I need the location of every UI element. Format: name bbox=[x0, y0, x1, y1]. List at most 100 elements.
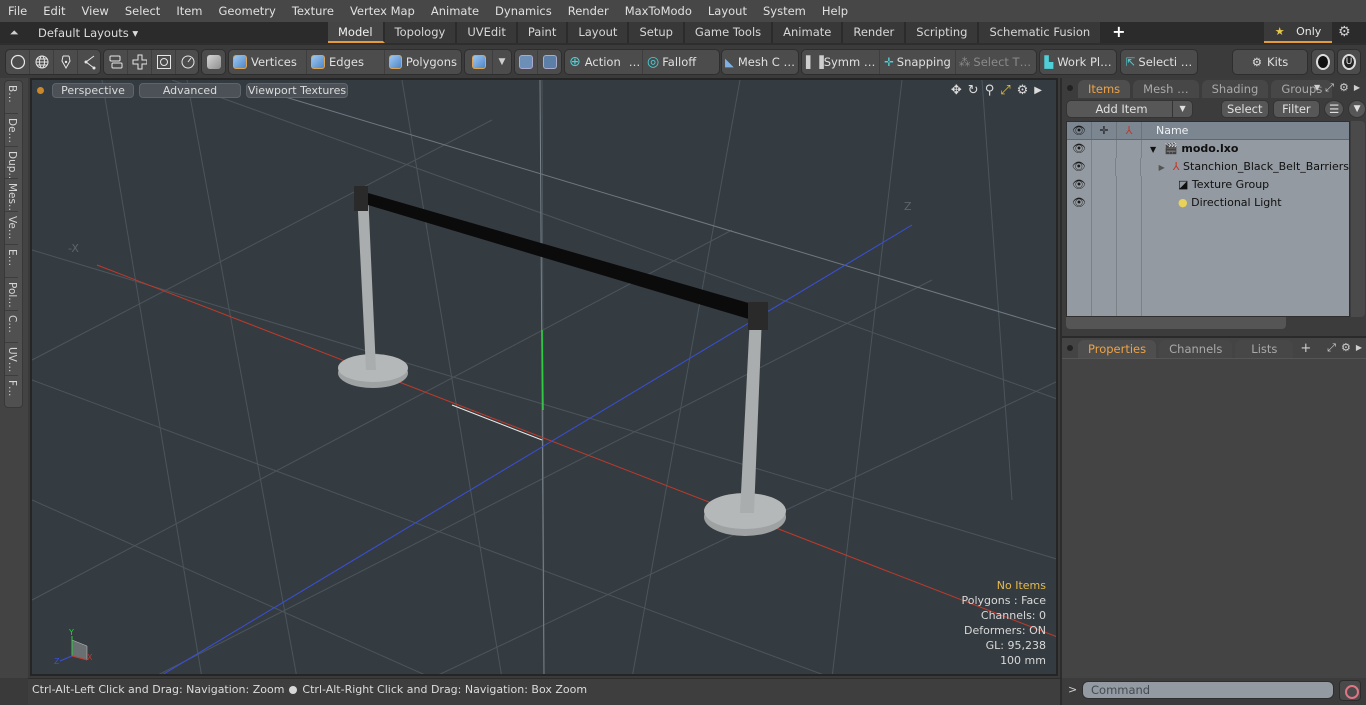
action-center-button[interactable]: ⊕ Action… bbox=[565, 50, 643, 74]
menu-item[interactable]: Item bbox=[168, 0, 210, 22]
strip-tab-deform[interactable]: De… bbox=[5, 114, 18, 147]
circle-select-icon[interactable] bbox=[6, 50, 30, 74]
tab-scripting[interactable]: Scripting bbox=[906, 22, 980, 43]
tab-layout[interactable]: Layout bbox=[568, 22, 630, 43]
tree-row-mesh[interactable]: 👁 ▶ ⅄ Stanchion_Black_Belt_Barriers bbox=[1067, 158, 1349, 176]
viewport-settings-gear-icon[interactable]: ⚙ bbox=[1017, 83, 1029, 99]
menu-file[interactable]: File bbox=[0, 0, 35, 22]
more-tabs-chevron-icon[interactable]: ▼ bbox=[1314, 81, 1320, 95]
falloff-button[interactable]: ◎ Falloff bbox=[643, 50, 719, 74]
world-transform-icon[interactable] bbox=[515, 50, 538, 74]
panel-settings-gear-icon[interactable]: ⚙ bbox=[1339, 81, 1349, 95]
tree-row-directional-light[interactable]: 👁 ● Directional Light bbox=[1067, 194, 1349, 212]
panel-menu-dot-icon[interactable] bbox=[1067, 85, 1073, 91]
visibility-eye-icon[interactable]: 👁 bbox=[1067, 158, 1092, 176]
menu-geometry[interactable]: Geometry bbox=[211, 0, 284, 22]
strip-tab-mesh-edit[interactable]: Mes… bbox=[5, 179, 18, 213]
properties-arrow-right-icon[interactable]: ▶ bbox=[1356, 341, 1362, 355]
only-toggle[interactable]: ★ Only bbox=[1264, 22, 1332, 43]
menu-system[interactable]: System bbox=[755, 0, 814, 22]
snapping-button[interactable]: ✛ Snapping bbox=[880, 50, 956, 74]
properties-gear-icon[interactable]: ⚙ bbox=[1341, 341, 1351, 355]
menu-layout[interactable]: Layout bbox=[700, 0, 755, 22]
unity-icon[interactable] bbox=[1312, 50, 1334, 74]
menu-edit[interactable]: Edit bbox=[35, 0, 73, 22]
mesh-constraints-button[interactable]: ◣ Mesh C … bbox=[722, 50, 798, 74]
polygons-mode-button[interactable]: Polygons bbox=[385, 50, 461, 74]
menu-render[interactable]: Render bbox=[560, 0, 617, 22]
select-button[interactable]: Select bbox=[1220, 100, 1269, 118]
material-dropdown-chevron-icon[interactable]: ▼ bbox=[493, 50, 511, 74]
globe-icon[interactable] bbox=[30, 50, 54, 74]
add-item-button[interactable]: Add Item ▼ bbox=[1066, 100, 1194, 118]
strip-tab-vertex[interactable]: Ve… bbox=[5, 212, 18, 245]
tree-row-texture-group[interactable]: 👁 ◪ Texture Group bbox=[1067, 176, 1349, 194]
work-plane-button[interactable]: ▙ Work Pl… bbox=[1040, 50, 1116, 74]
tab-channels[interactable]: Channels bbox=[1159, 340, 1233, 358]
command-input[interactable]: Command bbox=[1082, 681, 1334, 699]
tree-row-scene[interactable]: 👁 ▼ 🎬 modo.lxo bbox=[1067, 140, 1349, 158]
tab-model[interactable]: Model bbox=[328, 22, 385, 43]
align-icon[interactable] bbox=[104, 50, 128, 74]
strip-tab-fusion[interactable]: F… bbox=[5, 376, 18, 409]
menu-select[interactable]: Select bbox=[117, 0, 168, 22]
tab-paint[interactable]: Paint bbox=[517, 22, 569, 43]
lock-column-icon[interactable]: ✛ bbox=[1092, 122, 1117, 139]
tab-lists[interactable]: Lists bbox=[1235, 340, 1294, 358]
symmetry-button[interactable]: ▌▐ Symm … bbox=[802, 50, 880, 74]
tab-items[interactable]: Items bbox=[1078, 80, 1131, 98]
tab-schematic-fusion[interactable]: Schematic Fusion bbox=[979, 22, 1103, 43]
strip-tab-polygon[interactable]: Pol… bbox=[5, 278, 18, 311]
add-item-dropdown-icon[interactable]: ▼ bbox=[1172, 101, 1192, 117]
tab-animate[interactable]: Animate bbox=[773, 22, 844, 43]
tab-uvedit[interactable]: UVEdit bbox=[457, 22, 518, 43]
viewport-options-dot-icon[interactable] bbox=[37, 86, 44, 94]
items-list-horizontal-scrollbar[interactable] bbox=[1066, 317, 1286, 329]
vertices-mode-button[interactable]: Vertices bbox=[229, 50, 307, 74]
item-mode-cube-icon[interactable] bbox=[202, 50, 225, 74]
add-properties-tab-button[interactable]: + bbox=[1300, 340, 1311, 358]
pen-tool-icon[interactable] bbox=[54, 50, 78, 74]
properties-menu-dot-icon[interactable] bbox=[1067, 345, 1073, 351]
select-through-button[interactable]: ⁂ Select T… bbox=[956, 50, 1034, 74]
list-options-icon[interactable]: ☰ bbox=[1324, 100, 1345, 118]
tab-properties[interactable]: Properties bbox=[1078, 340, 1157, 358]
kits-button[interactable]: ⚙ Kits bbox=[1233, 50, 1307, 74]
dial-icon[interactable] bbox=[176, 50, 200, 74]
zoom-magnifier-icon[interactable]: ⚲ bbox=[985, 83, 995, 99]
tab-shading[interactable]: Shading bbox=[1201, 80, 1269, 98]
strip-tab-duplicate[interactable]: Dup… bbox=[5, 147, 18, 180]
edges-mode-button[interactable]: Edges bbox=[307, 50, 385, 74]
3d-viewport[interactable]: -X Z Y X Z Perspective Advanced Viewport… bbox=[30, 78, 1058, 676]
rotate-icon[interactable]: ↻ bbox=[968, 83, 979, 99]
expand-properties-icon[interactable]: ⤢ bbox=[1327, 341, 1336, 355]
filter-funnel-icon[interactable]: ▼ bbox=[1348, 100, 1366, 118]
shading-mode-button[interactable]: Advanced bbox=[139, 82, 241, 98]
visibility-column-eye-icon[interactable]: 👁 bbox=[1067, 122, 1092, 139]
material-mode-button[interactable] bbox=[465, 50, 493, 74]
menu-dynamics[interactable]: Dynamics bbox=[487, 0, 560, 22]
collapse-triangle-icon[interactable]: ▶ bbox=[1159, 163, 1165, 172]
frame-circle-icon[interactable] bbox=[152, 50, 176, 74]
path-tool-icon[interactable] bbox=[78, 50, 102, 74]
strip-tab-basic[interactable]: B… bbox=[5, 81, 18, 114]
filter-button[interactable]: Filter bbox=[1272, 100, 1321, 118]
expand-panel-icon[interactable]: ⤢ bbox=[1325, 81, 1334, 95]
perspective-view-button[interactable]: Perspective bbox=[52, 82, 134, 98]
selection-sets-button[interactable]: ⇱ Selecti … bbox=[1121, 50, 1197, 74]
layout-settings-gear-icon[interactable]: ⚙ bbox=[1338, 24, 1351, 40]
visibility-eye-icon[interactable]: 👁 bbox=[1067, 140, 1092, 158]
menu-animate[interactable]: Animate bbox=[423, 0, 487, 22]
tab-setup[interactable]: Setup bbox=[629, 22, 685, 43]
menu-texture[interactable]: Texture bbox=[284, 0, 342, 22]
strip-tab-curve[interactable]: C… bbox=[5, 311, 18, 344]
local-transform-icon[interactable] bbox=[538, 50, 561, 74]
panel-arrow-right-icon[interactable]: ▶ bbox=[1354, 81, 1360, 95]
unreal-icon[interactable]: U bbox=[1338, 50, 1360, 74]
tab-game-tools[interactable]: Game Tools bbox=[684, 22, 774, 43]
tab-render[interactable]: Render bbox=[843, 22, 907, 43]
tab-mesh-ops[interactable]: Mesh … bbox=[1133, 80, 1199, 98]
unwrap-cross-icon[interactable] bbox=[128, 50, 152, 74]
items-list-vertical-scrollbar[interactable] bbox=[1351, 121, 1365, 317]
menu-maxtomodo[interactable]: MaxToModo bbox=[617, 0, 700, 22]
